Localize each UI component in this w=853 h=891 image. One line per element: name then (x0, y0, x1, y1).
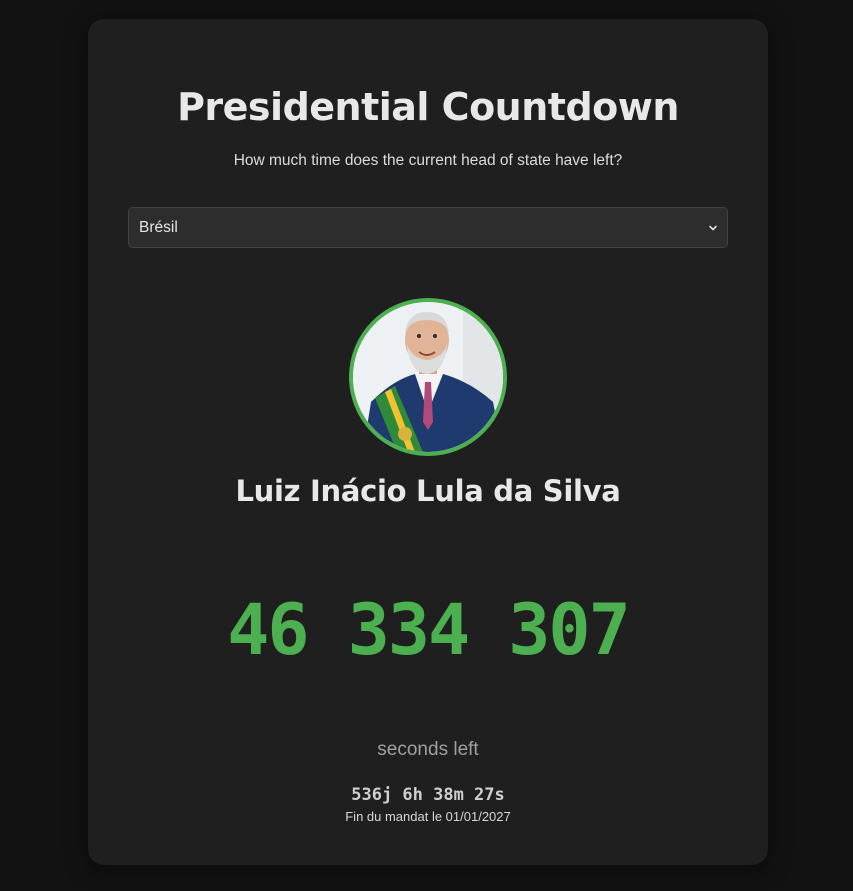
leader-name: Luiz Inácio Lula da Silva (235, 474, 621, 508)
page-subtitle: How much time does the current head of s… (233, 152, 623, 169)
country-select[interactable]: Brésil (128, 207, 728, 248)
time-breakdown: 536j 6h 38m 27s (351, 785, 505, 805)
chevron-down-icon (707, 221, 719, 233)
seconds-counter: 46 334 307 (227, 589, 630, 671)
leader-portrait (349, 298, 507, 456)
seconds-label: seconds left (377, 739, 479, 760)
page-title: Presidential Countdown (177, 85, 679, 129)
term-end-date: Fin du mandat le 01/01/2027 (345, 809, 511, 824)
countdown-card: Presidential Countdown How much time doe… (88, 19, 768, 865)
country-select-value: Brésil (139, 219, 178, 236)
